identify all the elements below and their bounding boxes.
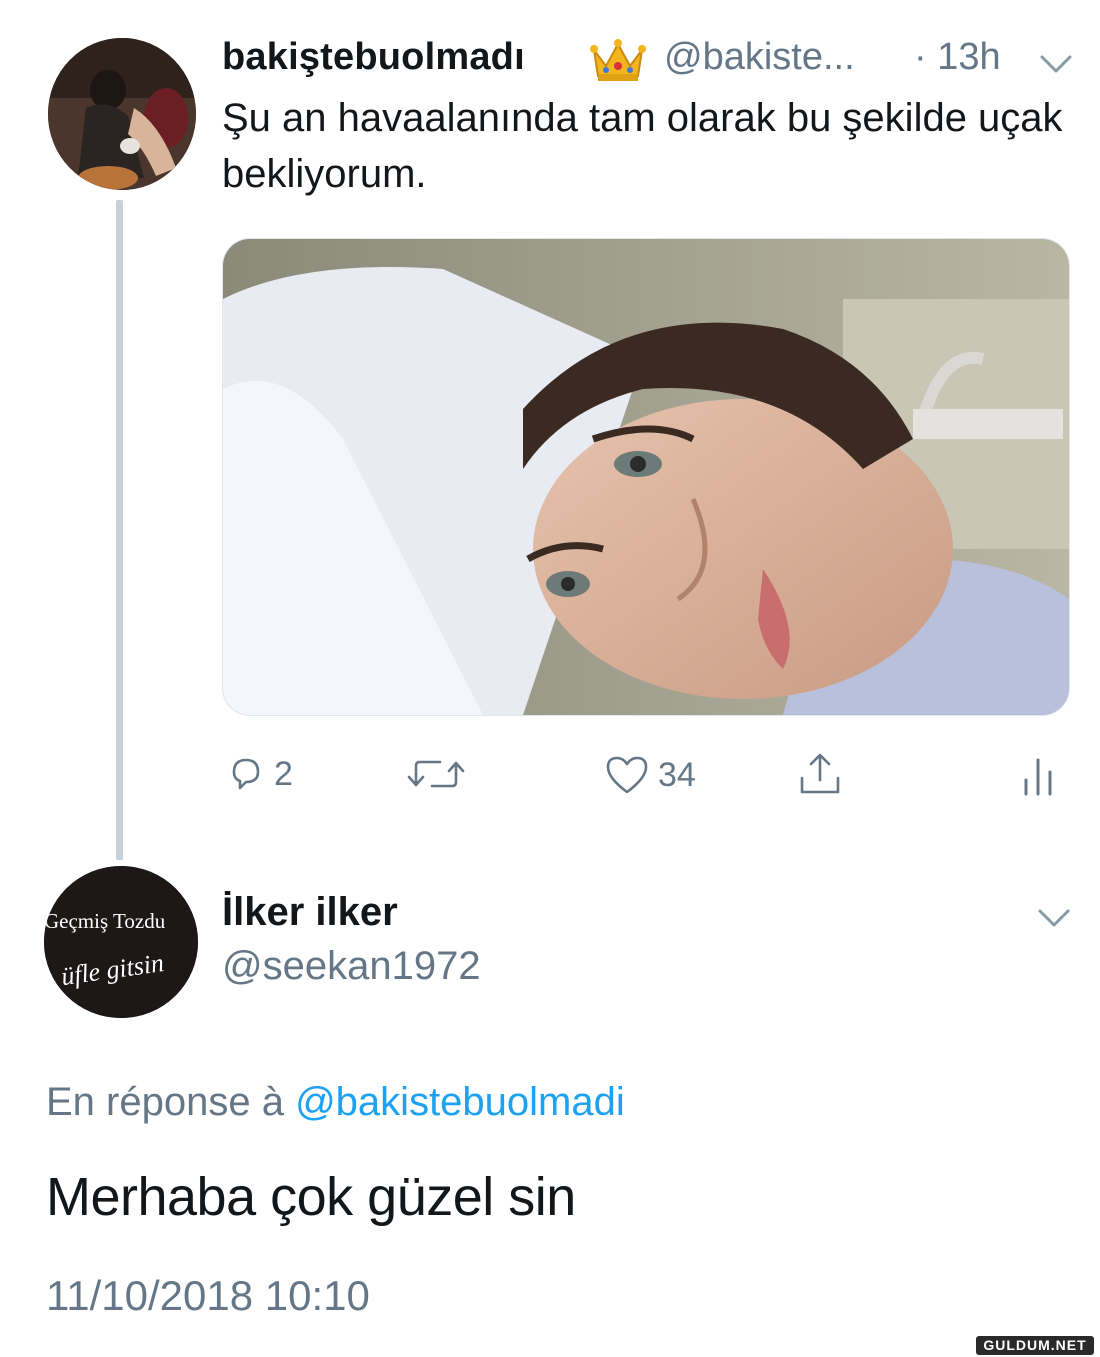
reply-prefix: En réponse à [46, 1080, 284, 1124]
retweet-icon [407, 760, 465, 788]
reply-mention-link[interactable]: @bakistebuolmadi [295, 1080, 625, 1124]
reply-text: Merhaba çok güzel sin [46, 1167, 576, 1227]
author-avatar[interactable] [48, 38, 196, 190]
reply-author-handle[interactable]: @seekan1972 [222, 944, 481, 989]
tweet-text: Şu an havaalanında tam olarak bu şekilde… [222, 96, 1063, 196]
author-name[interactable]: bakiştebuolmadı [222, 36, 525, 79]
like-button[interactable]: 34 [604, 754, 696, 796]
author-handle[interactable]: @bakiste... [664, 36, 855, 79]
caret-down-icon[interactable] [1034, 906, 1074, 930]
tweet-time[interactable]: · 13h [914, 36, 1001, 79]
like-icon [606, 756, 648, 794]
retweet-button[interactable] [404, 754, 468, 794]
reply-button[interactable]: 2 [226, 754, 293, 794]
reply-context: En réponse à @bakistebuolmadi [46, 1080, 625, 1125]
reply-author-avatar[interactable]: Geçmiş Tozdu üfle gitsin [44, 866, 198, 1018]
crown-icon [590, 36, 646, 84]
reply-timestamp[interactable]: 11/10/2018 10:10 [46, 1272, 370, 1320]
avatar-text-line1: Geçmiş Tozdu [44, 909, 166, 933]
share-icon [800, 753, 840, 794]
site-watermark: GULDUM.NET [976, 1336, 1094, 1355]
reply-author-name[interactable]: İlker ilker [222, 890, 398, 935]
share-button[interactable] [796, 750, 844, 798]
avatar-text-logo: Geçmiş Tozdu üfle gitsin [44, 866, 198, 1018]
analytics-icon [1024, 758, 1052, 796]
avatar-photo [48, 38, 196, 190]
thread-line [116, 200, 123, 860]
image-woman-on-pillow [223, 239, 1069, 715]
caret-down-icon[interactable] [1036, 52, 1076, 76]
reply-count: 2 [274, 754, 293, 793]
tweet-image[interactable] [222, 238, 1070, 716]
reply-icon [232, 758, 260, 790]
analytics-button[interactable] [1018, 754, 1058, 798]
like-count: 34 [658, 755, 696, 794]
